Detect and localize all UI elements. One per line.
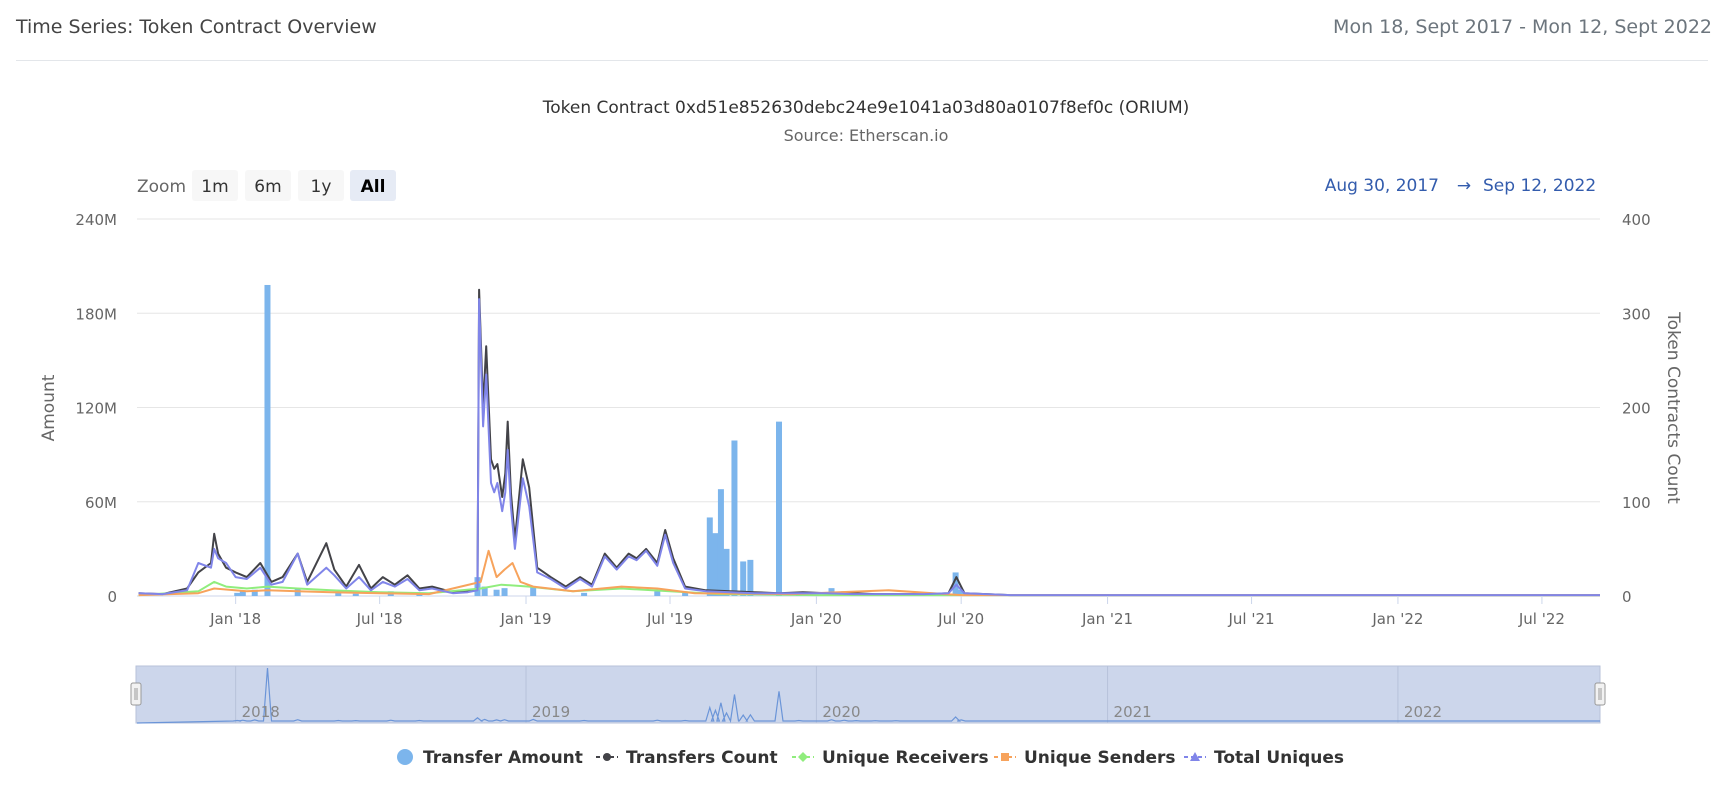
navigator-label: 2021 xyxy=(1114,703,1152,721)
legend-item-unique-receivers[interactable]: Unique Receivers xyxy=(792,748,989,768)
legend-marker-unique-senders xyxy=(1001,753,1009,761)
y-right-tick-label: 400 xyxy=(1622,211,1651,229)
column-transfer-amount xyxy=(654,591,661,596)
zoom-button-1m[interactable]: 1m xyxy=(192,170,238,201)
chart-title: Token Contract 0xd51e852630debc24e9e1041… xyxy=(542,98,1190,118)
navigator-handle-left[interactable] xyxy=(130,682,142,706)
column-transfer-amount xyxy=(234,592,241,596)
x-tick-label: Jul '18 xyxy=(356,610,403,628)
legend-marker-unique-receivers xyxy=(798,752,808,762)
line-total-uniques xyxy=(138,298,1600,597)
line-transfers-count xyxy=(138,288,1600,597)
y-left-tick-label: 180M xyxy=(75,305,117,323)
y-left-axis-title: Amount xyxy=(39,374,59,441)
column-transfer-amount xyxy=(776,421,783,596)
legend-label-unique-senders: Unique Senders xyxy=(1024,748,1176,768)
transfer-amount-columns xyxy=(234,284,965,596)
right-axis-ticks: 0 100 200 300 400 xyxy=(1622,211,1651,606)
zoom-button-all[interactable]: All xyxy=(350,170,396,201)
column-transfer-amount xyxy=(706,517,713,596)
column-transfer-amount xyxy=(581,592,588,596)
x-tick-label: Jul '20 xyxy=(937,610,984,628)
navigator-label: 2020 xyxy=(822,703,860,721)
legend-item-unique-senders[interactable]: Unique Senders xyxy=(994,748,1176,768)
range-from-date[interactable]: Aug 30, 2017 xyxy=(1325,176,1439,196)
y-left-tick-label: 0 xyxy=(107,588,117,606)
range-to-date[interactable]: Sep 12, 2022 xyxy=(1483,176,1596,196)
navigator: 2018 2019 2020 2021 2022 xyxy=(130,665,1606,724)
left-axis-ticks: 0 60M 120M 180M 240M xyxy=(75,211,117,606)
series-lines xyxy=(138,288,1600,597)
y-left-tick-label: 60M xyxy=(85,494,117,512)
x-tick-label: Jan '21 xyxy=(1081,610,1133,628)
zoom-button-1m-label: 1m xyxy=(201,177,228,197)
column-transfer-amount xyxy=(682,592,689,596)
legend-item-transfer-amount[interactable]: Transfer Amount xyxy=(397,748,583,768)
column-transfer-amount xyxy=(717,489,724,596)
time-series-chart: Token Contract 0xd51e852630debc24e9e1041… xyxy=(39,98,1683,768)
x-axis-ticks: Jan '18 Jul '18 Jan '19 Jul '19 Jan '20 Jul '… xyxy=(209,596,1565,628)
navigator-handle-right[interactable] xyxy=(1594,682,1606,706)
column-transfer-amount xyxy=(712,533,719,596)
legend-label-transfer-amount: Transfer Amount xyxy=(423,748,583,768)
x-tick-label: Jul '19 xyxy=(646,610,693,628)
legend-item-transfers-count[interactable]: Transfers Count xyxy=(596,748,778,768)
zoom-button-6m-label: 6m xyxy=(254,177,281,197)
x-tick-label: Jan '18 xyxy=(209,610,261,628)
y-right-tick-label: 300 xyxy=(1622,305,1651,323)
x-tick-label: Jan '20 xyxy=(790,610,842,628)
zoom-label: Zoom xyxy=(137,177,186,197)
y-left-tick-label: 120M xyxy=(75,400,117,418)
plot-grid xyxy=(137,218,1600,597)
x-tick-label: Jan '22 xyxy=(1371,610,1423,628)
legend-marker-transfers-count xyxy=(603,753,611,761)
navigator-label: 2022 xyxy=(1404,703,1442,721)
legend-marker-transfer-amount xyxy=(397,749,413,765)
y-right-tick-label: 100 xyxy=(1622,494,1651,512)
line-unique-senders xyxy=(138,549,1600,597)
y-right-axis-title: Token Contracts Count xyxy=(1663,311,1683,504)
x-tick-label: Jul '22 xyxy=(1518,610,1565,628)
y-right-tick-label: 200 xyxy=(1622,400,1651,418)
legend-label-unique-receivers: Unique Receivers xyxy=(822,748,989,768)
x-tick-label: Jul '21 xyxy=(1228,610,1275,628)
zoom-button-1y-label: 1y xyxy=(311,177,332,197)
zoom-button-1y[interactable]: 1y xyxy=(298,170,344,201)
column-transfer-amount xyxy=(352,593,359,596)
navigator-handle-left-box xyxy=(130,682,142,706)
zoom-button-6m[interactable]: 6m xyxy=(245,170,291,201)
range-arrow: → xyxy=(1457,176,1471,196)
y-right-tick-label: 0 xyxy=(1622,588,1632,606)
column-transfer-amount xyxy=(264,284,271,596)
legend: Transfer Amount Transfers Count Unique R… xyxy=(397,748,1344,768)
navigator-label: 2019 xyxy=(532,703,570,721)
column-transfer-amount xyxy=(723,548,730,596)
navigator-handle-right-box xyxy=(1594,682,1606,706)
column-transfer-amount xyxy=(493,589,500,596)
column-transfer-amount xyxy=(731,440,738,596)
legend-label-transfers-count: Transfers Count xyxy=(626,748,778,768)
column-transfer-amount xyxy=(747,559,754,596)
zoom-button-all-label: All xyxy=(361,177,386,197)
legend-label-total-uniques: Total Uniques xyxy=(1214,748,1344,768)
chart-subtitle: Source: Etherscan.io xyxy=(784,126,949,145)
navigator-label: 2018 xyxy=(242,703,280,721)
column-transfer-amount xyxy=(501,588,508,596)
legend-item-total-uniques[interactable]: Total Uniques xyxy=(1184,748,1344,768)
x-tick-label: Jan '19 xyxy=(499,610,551,628)
y-left-tick-label: 240M xyxy=(75,211,117,229)
navigator-selection[interactable] xyxy=(135,665,1601,724)
